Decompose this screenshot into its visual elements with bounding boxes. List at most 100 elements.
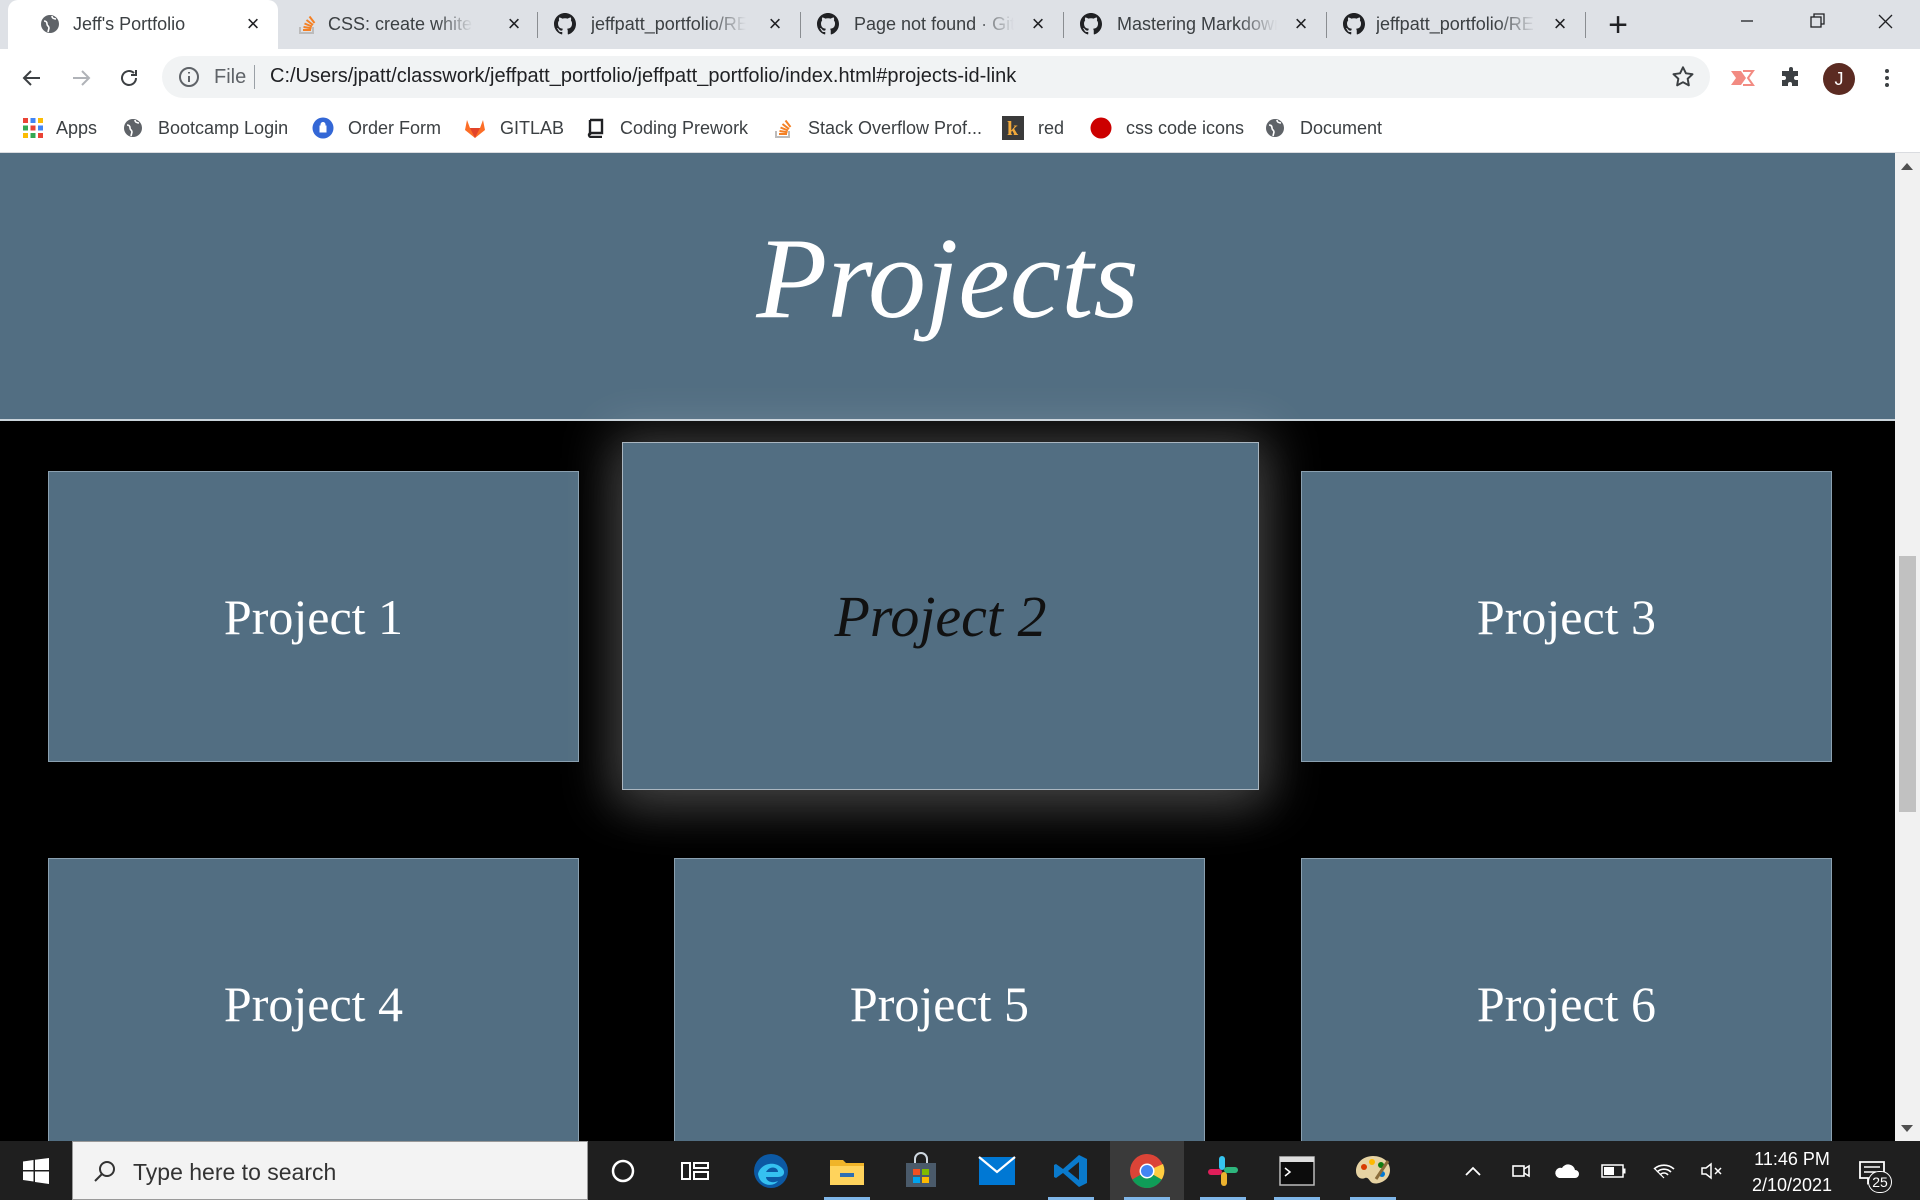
taskbar-file-explorer[interactable]	[810, 1141, 884, 1200]
close-icon	[1878, 14, 1893, 29]
taskbar-edge[interactable]	[734, 1141, 808, 1200]
taskbar-chrome[interactable]	[1110, 1141, 1184, 1200]
red-circle-icon	[1090, 117, 1112, 139]
windows-taskbar: Type here to search 11:46 PM 2/10/2021 2…	[0, 1141, 1920, 1200]
project-card-1[interactable]: Project 1	[48, 471, 579, 762]
bookmark-bootcamp-login[interactable]: Bootcamp Login	[122, 115, 288, 141]
edge-icon	[754, 1153, 788, 1188]
scrollbar-thumb[interactable]	[1899, 556, 1916, 812]
close-window-button[interactable]	[1850, 0, 1920, 44]
puzzle-piece-icon	[1782, 67, 1798, 86]
wifi-tray[interactable]	[1646, 1141, 1682, 1200]
extensions-button[interactable]	[1774, 61, 1808, 95]
taskbar-terminal[interactable]	[1260, 1141, 1334, 1200]
taskbar-vscode[interactable]	[1034, 1141, 1108, 1200]
menu-button[interactable]	[1870, 61, 1904, 95]
close-tab-icon[interactable]: ×	[242, 13, 264, 35]
project-card-4[interactable]: Project 4	[48, 858, 579, 1141]
system-clock[interactable]: 11:46 PM 2/10/2021	[1742, 1146, 1842, 1198]
vscode-icon	[1054, 1154, 1087, 1187]
tab-github-readme-2[interactable]: jeffpatt_portfolio/RE ×	[1327, 0, 1589, 49]
tab-title: Page not found · Gith	[854, 14, 1014, 34]
bookmark-red[interactable]: k red	[1002, 115, 1064, 141]
start-button[interactable]	[0, 1141, 72, 1200]
close-tab-icon[interactable]: ×	[1027, 13, 1049, 35]
book-icon	[584, 117, 606, 139]
forward-button[interactable]	[64, 61, 98, 95]
task-view-button[interactable]	[658, 1141, 732, 1200]
taskbar-paint[interactable]	[1336, 1141, 1410, 1200]
address-divider	[254, 65, 255, 89]
store-bag-icon	[906, 1151, 936, 1187]
tab-title: Mastering Markdown	[1117, 14, 1277, 34]
cortana-circle-icon	[611, 1159, 635, 1182]
new-tab-button[interactable]: +	[1600, 8, 1636, 42]
scroll-up-arrow-icon[interactable]	[1901, 163, 1913, 170]
minimize-button[interactable]	[1712, 0, 1782, 44]
taskbar-store[interactable]	[884, 1141, 958, 1200]
project-card-6[interactable]: Project 6	[1301, 858, 1832, 1141]
meet-now-tray[interactable]	[1502, 1141, 1538, 1200]
show-hidden-icons-button[interactable]	[1455, 1141, 1491, 1200]
bookmark-apps[interactable]: Apps	[22, 115, 97, 141]
project-card-5[interactable]: Project 5	[674, 858, 1205, 1141]
github-icon	[1080, 13, 1102, 35]
tab-mastering-markdown[interactable]: Mastering Markdown ×	[1064, 0, 1326, 49]
restore-icon	[1810, 13, 1825, 28]
back-arrow-icon	[22, 70, 40, 86]
terminal-icon	[1279, 1155, 1315, 1186]
restore-button[interactable]	[1782, 0, 1852, 44]
tab-page-not-found[interactable]: Page not found · Gith ×	[801, 0, 1063, 49]
info-icon[interactable]	[177, 65, 201, 89]
bookmark-coding-prework[interactable]: Coding Prework	[584, 115, 748, 141]
back-button[interactable]	[15, 61, 49, 95]
globe-icon	[122, 117, 144, 139]
github-icon	[554, 13, 576, 35]
bookmark-stack-overflow[interactable]: Stack Overflow Prof...	[772, 115, 982, 141]
taskbar-slack[interactable]	[1186, 1141, 1260, 1200]
close-tab-icon[interactable]: ×	[1549, 13, 1571, 35]
clock-date: 2/10/2021	[1751, 1175, 1833, 1195]
bookmark-label: GITLAB	[500, 117, 565, 138]
battery-tray[interactable]	[1596, 1141, 1632, 1200]
close-tab-icon[interactable]: ×	[764, 13, 786, 35]
onedrive-tray[interactable]	[1548, 1141, 1584, 1200]
paint-palette-icon	[1356, 1155, 1390, 1183]
cortana-button[interactable]	[586, 1141, 660, 1200]
url-text[interactable]: C:/Users/jpatt/classwork/jeffpatt_portfo…	[270, 65, 1016, 88]
project-card-2[interactable]: Project 2	[622, 442, 1259, 790]
scroll-down-arrow-icon[interactable]	[1901, 1125, 1913, 1132]
project-card-3[interactable]: Project 3	[1301, 471, 1832, 762]
taskbar-mail[interactable]	[960, 1141, 1034, 1200]
bookmark-document[interactable]: Document	[1264, 115, 1382, 141]
wifi-icon	[1653, 1163, 1675, 1178]
cast-extension-button[interactable]	[1726, 61, 1760, 95]
close-tab-icon[interactable]: ×	[503, 13, 525, 35]
tab-title: Jeff's Portfolio	[73, 14, 186, 34]
taskbar-search-box[interactable]: Type here to search	[72, 1141, 588, 1200]
reload-button[interactable]	[112, 61, 146, 95]
gitlab-icon	[464, 117, 486, 139]
scheme-label: File	[214, 66, 247, 88]
section-title: Projects	[756, 215, 1139, 343]
bookmark-label: Coding Prework	[620, 117, 749, 138]
bookmark-css-code-icons[interactable]: css code icons	[1090, 115, 1244, 141]
globe-icon	[39, 13, 61, 35]
profile-avatar[interactable]: J	[1823, 63, 1855, 95]
bookmark-order-form[interactable]: Order Form	[312, 115, 441, 141]
volume-muted-icon	[1701, 1161, 1722, 1180]
volume-tray[interactable]	[1694, 1141, 1730, 1200]
notification-count-badge: 25	[1868, 1171, 1892, 1193]
bookmark-gitlab[interactable]: GITLAB	[464, 115, 564, 141]
bookmark-star-icon[interactable]	[1670, 64, 1696, 90]
page-scrollbar[interactable]	[1895, 153, 1920, 1141]
meet-now-icon	[1512, 1164, 1530, 1177]
tab-title: CSS: create white glo	[328, 14, 473, 34]
address-bar[interactable]: File C:/Users/jpatt/classwork/jeffpatt_p…	[162, 56, 1710, 98]
tab-css-white-glow[interactable]: CSS: create white glo ×	[278, 0, 536, 49]
close-tab-icon[interactable]: ×	[1290, 13, 1312, 35]
tab-jeffs-portfolio[interactable]: Jeff's Portfolio ×	[8, 0, 278, 49]
order-form-icon	[312, 117, 334, 139]
tab-github-readme-1[interactable]: jeffpatt_portfolio/RE ×	[538, 0, 800, 49]
search-placeholder: Type here to search	[133, 1159, 337, 1185]
